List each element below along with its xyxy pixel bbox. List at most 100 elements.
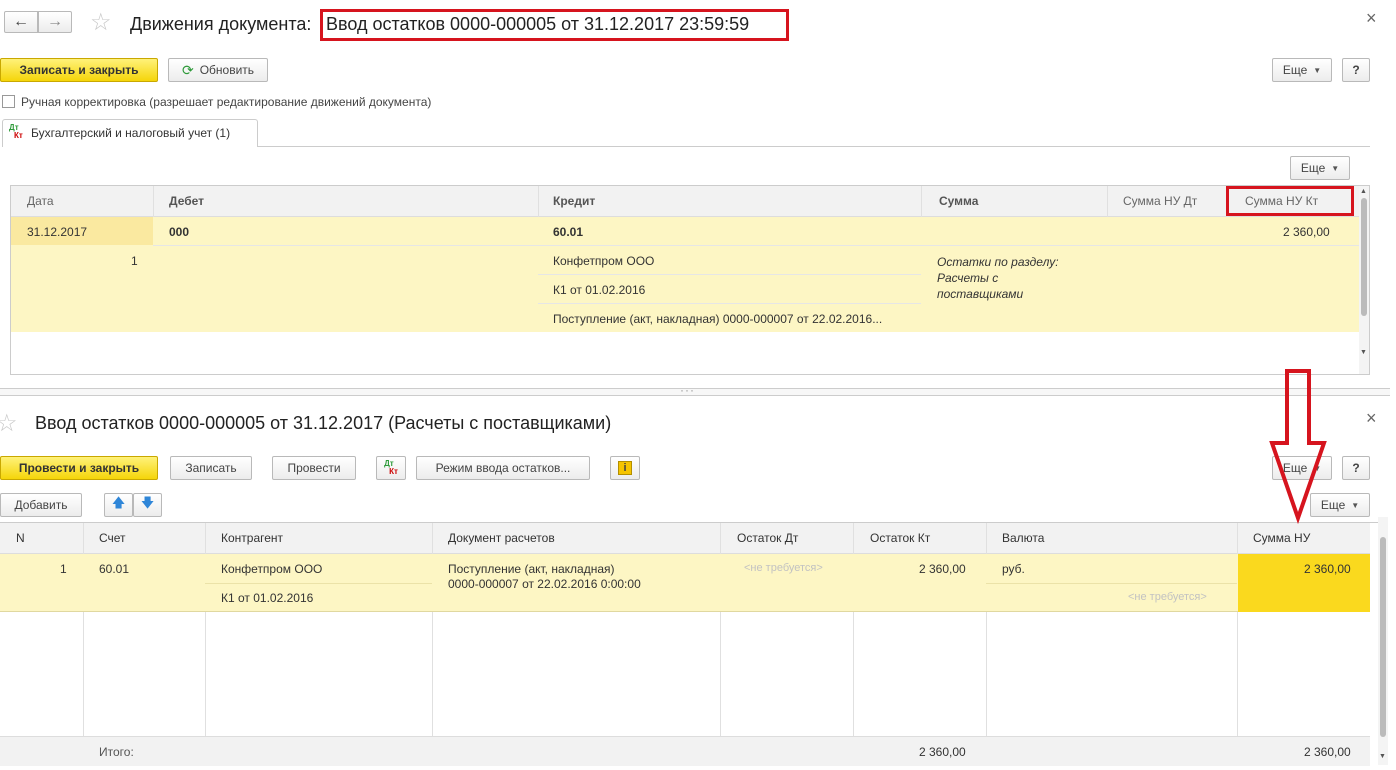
help-button[interactable]: ? [1342,456,1370,480]
balances-table: N Счет Контрагент Документ расчетов Оста… [0,517,1388,766]
highlight-title-frame [320,9,789,41]
manual-correction-label: Ручная корректировка (разрешает редактир… [21,95,432,109]
refresh-label: Обновить [199,63,255,77]
row-date: 31.12.2017 [27,225,88,239]
row-credit-subconto-2: К1 от 01.02.2016 [553,283,646,297]
caret-down-icon: ▼ [1351,500,1360,510]
move-down-button[interactable]: 🡇 [133,493,162,517]
scroll-thumb[interactable] [1380,537,1386,737]
row-contract[interactable]: К1 от 01.02.2016 [221,591,313,605]
col-date-header[interactable]: Дата [27,194,54,208]
post-button[interactable]: Провести [272,456,356,480]
input-mode-button[interactable]: Режим ввода остатков... [416,456,590,480]
table-more-label: Еще [1300,161,1326,175]
arrow-down-icon: 🡇 [140,495,155,510]
row-contractor[interactable]: Конфетпром ООО [221,562,322,576]
close-icon[interactable]: × [1366,408,1377,429]
move-up-button[interactable]: 🡅 [104,493,133,517]
dtkt-button[interactable]: Дт Кт [376,456,406,480]
highlight-sum-nu-kt-frame [1226,186,1354,216]
row-rest-kt[interactable]: 2 360,00 [919,562,966,576]
more-label: Еще [1282,63,1308,77]
col-rest-dt-header[interactable]: Остаток Дт [737,531,798,545]
col-sum-nu-dt-header[interactable]: Сумма НУ Дт [1123,194,1197,208]
scrollbar[interactable]: ▲ ▼ [1359,186,1369,374]
row-debit: 000 [169,225,190,239]
scroll-down-icon[interactable]: ▼ [1379,753,1386,760]
row-rest-dt[interactable]: <не требуется> [744,562,823,574]
movements-table: Дата Дебет Кредит Сумма Сумма НУ Дт Сумм… [10,185,1370,375]
refresh-icon: ⟳ [181,61,194,78]
row-currency-sub[interactable]: <не требуется> [1128,591,1207,603]
row-number: 1 [131,254,138,268]
caret-down-icon: ▼ [1313,65,1322,75]
table-more-button[interactable]: Еще ▼ [1290,156,1350,180]
scroll-up-icon[interactable]: ▲ [1360,188,1367,195]
annotation-arrow-icon [1269,369,1327,524]
info-icon: i [618,461,632,475]
col-n-header[interactable]: N [16,531,25,545]
more-button[interactable]: Еще ▼ [1272,58,1332,82]
caret-down-icon: ▼ [1331,163,1340,173]
tab-accounting-label: Бухгалтерский и налоговый учет (1) [31,126,231,140]
col-contractor-header[interactable]: Контрагент [221,531,283,545]
arrow-up-icon: 🡅 [111,495,126,510]
row-document-line-2[interactable]: 0000-000007 от 22.02.2016 0:00:00 [448,577,641,591]
splitter-grip-icon: ··· [680,383,695,397]
row-account[interactable]: 60.01 [99,562,129,576]
row-document-line-1[interactable]: Поступление (акт, накладная) [448,562,615,576]
favorite-star-icon[interactable]: ☆ [0,409,18,438]
form-title: Ввод остатков 0000-000005 от 31.12.2017 … [35,413,612,433]
col-document-header[interactable]: Документ расчетов [448,531,555,545]
favorite-star-icon[interactable]: ☆ [90,8,112,37]
post-and-close-button[interactable]: Провести и закрыть [0,456,158,480]
dtkt-icon: Дт Кт [9,123,23,140]
manual-correction-checkbox[interactable] [2,95,15,108]
back-button[interactable]: ← [4,11,38,33]
col-credit-header[interactable]: Кредит [553,194,595,208]
col-sum-nu-header[interactable]: Сумма НУ [1253,531,1310,545]
footer-rest-kt-total: 2 360,00 [919,745,966,759]
scrollbar[interactable]: ▼ [1378,517,1388,765]
row-sum-note: Остатки по разделу: Расчеты с поставщика… [937,255,1059,301]
dtkt-icon: Дт Кт [384,459,398,476]
save-and-close-button[interactable]: Записать и закрыть [0,58,158,82]
refresh-button[interactable]: ⟳ Обновить [168,58,268,82]
arrow-right-icon: → [47,13,63,30]
row-credit-subconto-3: Поступление (акт, накладная) 0000-000007… [553,312,883,326]
save-button[interactable]: Записать [170,456,252,480]
window-splitter[interactable]: ··· [0,383,1390,397]
info-button[interactable]: i [610,456,640,480]
row-credit: 60.01 [553,225,584,239]
col-sum-header[interactable]: Сумма [939,194,978,208]
scroll-down-icon[interactable]: ▼ [1360,349,1367,356]
row-currency[interactable]: руб. [1002,562,1025,576]
row-divider [538,303,921,304]
col-currency-header[interactable]: Валюта [1002,531,1044,545]
col-rest-kt-header[interactable]: Остаток Кт [870,531,930,545]
footer-sum-nu-total: 2 360,00 [1304,745,1351,759]
arrow-left-icon: ← [13,13,29,30]
col-account-header[interactable]: Счет [99,531,126,545]
col-debit-header[interactable]: Дебет [169,194,204,208]
row-sum-nu-kt: 2 360,00 [1283,225,1330,239]
add-row-button[interactable]: Добавить [0,493,82,517]
row-credit-subconto-1: Конфетпром ООО [553,254,655,268]
row-sum-nu-cell[interactable]: 2 360,00 [1238,554,1370,612]
table-row[interactable]: 31.12.2017 1 000 60.01 Конфетпром ООО К1… [11,217,1359,332]
table-row[interactable]: 1 60.01 Конфетпром ООО К1 от 01.02.2016 … [0,554,1370,612]
tab-baseline [258,146,1370,147]
tab-accounting[interactable]: Дт Кт Бухгалтерский и налоговый учет (1) [2,119,258,147]
window-title: Движения документа: [130,14,312,34]
help-button[interactable]: ? [1342,58,1370,82]
close-icon[interactable]: × [1366,8,1377,29]
row-divider [986,583,1237,584]
table-footer: Итого: 2 360,00 2 360,00 [0,736,1370,766]
forward-button[interactable]: → [38,11,72,33]
row-n: 1 [60,562,67,576]
row-divider [538,274,921,275]
row-divider [153,245,1359,246]
scroll-thumb[interactable] [1361,198,1367,316]
footer-total-label: Итого: [99,745,134,759]
row-divider [205,583,432,584]
